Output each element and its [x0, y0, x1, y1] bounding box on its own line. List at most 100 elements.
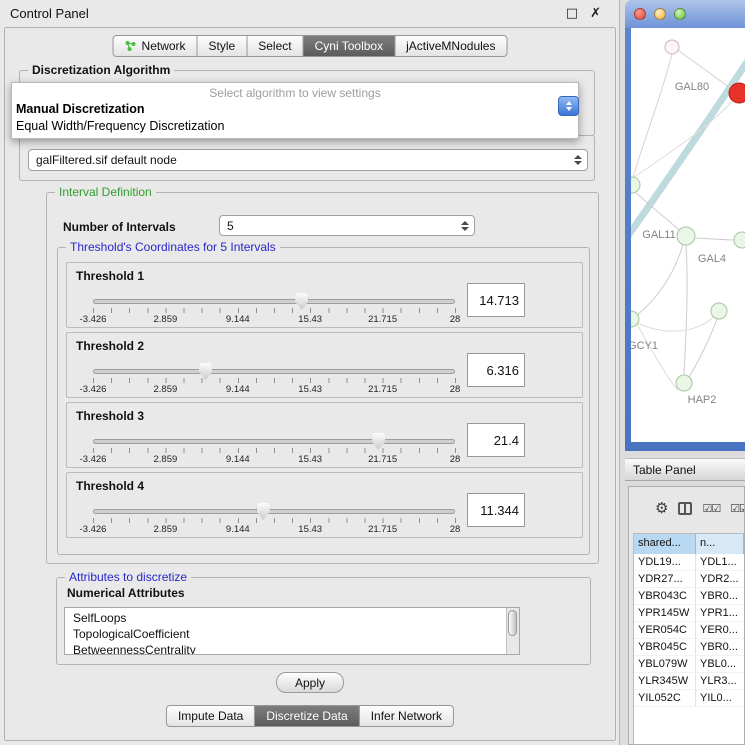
tab-infer-network[interactable]: Infer Network: [360, 706, 453, 726]
table-cell[interactable]: YER054C: [634, 622, 696, 638]
network-canvas[interactable]: GAL80 GAL11 GAL4 GCY1 HAP2: [631, 28, 745, 442]
table-cell[interactable]: YPR145W: [634, 605, 696, 621]
scrollbar-thumb[interactable]: [508, 610, 517, 636]
chevron-down-icon: [566, 107, 572, 111]
network-node[interactable]: [665, 40, 679, 54]
tab-network[interactable]: Network: [114, 36, 198, 56]
algorithm-combo-stepper[interactable]: [558, 96, 579, 116]
table-cell[interactable]: YBR043C: [634, 588, 696, 604]
tab-impute-data[interactable]: Impute Data: [167, 706, 255, 726]
network-node[interactable]: [734, 232, 745, 248]
network-node-selected-red[interactable]: [729, 83, 745, 103]
table-row[interactable]: YPR145W YPR1...: [634, 605, 744, 622]
scale-label: -3.426: [80, 314, 107, 325]
network-node[interactable]: [711, 303, 727, 319]
network-node-hap2[interactable]: [676, 375, 692, 391]
columns-icon[interactable]: [678, 502, 692, 515]
table-row[interactable]: YLR345W YLR3...: [634, 673, 744, 690]
tab-select[interactable]: Select: [247, 36, 303, 56]
mac-minimize-button[interactable]: [654, 8, 666, 20]
edge: [637, 244, 683, 315]
table-cell[interactable]: YLR345W: [634, 673, 696, 689]
table-cell[interactable]: YIL052C: [634, 690, 696, 706]
thresholds-groupbox-title: Threshold's Coordinates for 5 Intervals: [66, 240, 280, 254]
float-window-icon[interactable]: □: [566, 6, 578, 21]
plugin-tab-bar: Network Style Select Cyni Toolbox jActiv…: [113, 35, 508, 57]
list-item[interactable]: SelfLoops: [73, 610, 505, 626]
threshold-label: Threshold 2: [76, 339, 144, 353]
number-of-intervals-combobox[interactable]: 5: [219, 215, 475, 236]
tab-label: jActiveMNodules: [406, 39, 495, 53]
list-item[interactable]: BetweennessCentrality: [73, 642, 505, 655]
table-panel-title: Table Panel: [633, 463, 696, 477]
table-row[interactable]: YDR27... YDR2...: [634, 571, 744, 588]
mac-close-button[interactable]: [634, 8, 646, 20]
threshold-3-value-field[interactable]: 21.4: [467, 423, 525, 457]
threshold-3-slider[interactable]: [93, 439, 455, 444]
scale-label: 21.715: [368, 314, 397, 325]
table-cell[interactable]: YBR0...: [696, 639, 744, 655]
deselect-all-icon[interactable]: ☑☑: [730, 502, 744, 515]
table-cell[interactable]: YDR27...: [634, 571, 696, 587]
table-data-combobox[interactable]: galFiltered.sif default node: [28, 149, 588, 171]
table-cell[interactable]: YPR1...: [696, 605, 744, 621]
table-cell[interactable]: YIL0...: [696, 690, 744, 706]
threshold-4-slider[interactable]: [93, 509, 455, 514]
table-row[interactable]: YBL079W YBL0...: [634, 656, 744, 673]
tab-discretize-data[interactable]: Discretize Data: [255, 706, 359, 726]
edge: [638, 317, 713, 331]
network-node-gal4[interactable]: [677, 227, 695, 245]
table-cell[interactable]: YDL1...: [696, 554, 744, 570]
edge: [694, 238, 735, 240]
table-data-combobox-value: galFiltered.sif default node: [36, 153, 568, 167]
table-row[interactable]: YBR043C YBR0...: [634, 588, 744, 605]
threshold-4-value-field[interactable]: 11.344: [467, 493, 525, 527]
table-cell[interactable]: YER0...: [696, 622, 744, 638]
table-cell[interactable]: YBL0...: [696, 656, 744, 672]
scale-label: 2.859: [154, 384, 178, 395]
threshold-1-slider[interactable]: [93, 299, 455, 304]
table-cell[interactable]: YDL19...: [634, 554, 696, 570]
apply-button[interactable]: Apply: [276, 672, 344, 693]
list-item[interactable]: TopologicalCoefficient: [73, 626, 505, 642]
threshold-panel-2: Threshold 2 -3.426 2.859 9.144 15.43 21.…: [66, 332, 583, 398]
number-of-intervals-label: Number of Intervals: [63, 220, 176, 234]
algorithm-option-equal-width[interactable]: Equal Width/Frequency Discretization: [12, 118, 578, 135]
table-cell[interactable]: YLR3...: [696, 673, 744, 689]
table-cell[interactable]: YBR0...: [696, 588, 744, 604]
tab-cyni-toolbox[interactable]: Cyni Toolbox: [304, 36, 395, 56]
scale-label: 21.715: [368, 384, 397, 395]
table-row[interactable]: YIL052C YIL0...: [634, 690, 744, 707]
select-all-icon[interactable]: ☑☑: [702, 502, 720, 515]
algorithm-option-manual[interactable]: Manual Discretization: [12, 101, 578, 118]
attributes-list-scrollbar[interactable]: [506, 608, 519, 654]
attributes-groupbox-title: Attributes to discretize: [65, 570, 191, 584]
network-node-gal11[interactable]: [631, 177, 640, 193]
control-panel-body: Network Style Select Cyni Toolbox jActiv…: [4, 27, 616, 741]
control-panel-titlebar: Control Panel □ ✗: [0, 0, 619, 26]
scale-label: 15.43: [298, 314, 322, 325]
table-row[interactable]: YBR045C YBR0...: [634, 639, 744, 656]
tab-jactivemnodules[interactable]: jActiveMNodules: [395, 36, 506, 56]
column-header-name[interactable]: n...: [696, 534, 744, 554]
table-row[interactable]: YER054C YER0...: [634, 622, 744, 639]
table-cell[interactable]: YDR2...: [696, 571, 744, 587]
table-panel: ⚙ ☑☑ ☑☑ shared... n... YDL19... YDL1... …: [628, 486, 745, 745]
tab-label: Infer Network: [371, 709, 442, 723]
scale-label: 15.43: [298, 524, 322, 535]
slider-scale: -3.426 2.859 9.144 15.43 21.715 28: [93, 454, 455, 465]
node-label: GAL80: [675, 81, 709, 93]
gear-icon[interactable]: ⚙: [655, 501, 668, 516]
interval-definition-groupbox: Interval Definition Number of Intervals …: [46, 192, 599, 564]
mac-zoom-button[interactable]: [674, 8, 686, 20]
table-row[interactable]: YDL19... YDL1...: [634, 554, 744, 571]
threshold-2-slider[interactable]: [93, 369, 455, 374]
close-window-icon[interactable]: ✗: [590, 6, 601, 21]
threshold-1-value-field[interactable]: 14.713: [467, 283, 525, 317]
table-panel-titlebar: Table Panel: [625, 458, 745, 481]
tab-style[interactable]: Style: [198, 36, 248, 56]
table-cell[interactable]: YBR045C: [634, 639, 696, 655]
column-header-shared-name[interactable]: shared...: [634, 534, 696, 554]
table-cell[interactable]: YBL079W: [634, 656, 696, 672]
threshold-2-value-field[interactable]: 6.316: [467, 353, 525, 387]
